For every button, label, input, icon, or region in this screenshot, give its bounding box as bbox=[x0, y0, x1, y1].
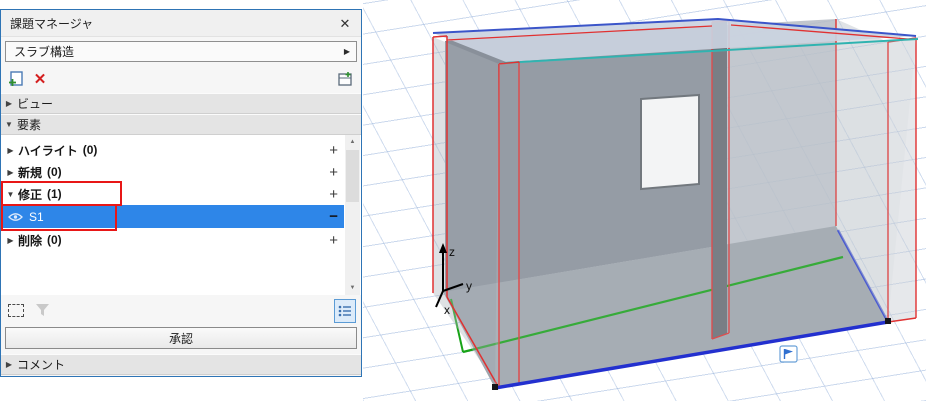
chevron-right-icon: ▶ bbox=[1, 99, 17, 108]
selection-handle-left[interactable] bbox=[492, 384, 498, 390]
chevron-right-icon: ▶ bbox=[1, 360, 17, 369]
add-issue-icon bbox=[7, 70, 25, 88]
scroll-up-icon[interactable]: ▲ bbox=[345, 135, 360, 149]
issue-toolbar: ✕ bbox=[1, 66, 361, 94]
approve-button[interactable]: 承認 bbox=[5, 327, 357, 349]
section-comment-label: コメント bbox=[17, 356, 65, 373]
add-all-icon[interactable]: + bbox=[329, 142, 344, 159]
section-view[interactable]: ▶ ビュー bbox=[1, 93, 361, 114]
tree-item-label: 修正 bbox=[18, 186, 42, 203]
tree-item-count: (0) bbox=[83, 143, 98, 157]
tree-item-label: 新規 bbox=[18, 164, 42, 181]
filter-icon bbox=[34, 302, 51, 321]
section-comment[interactable]: ▶ コメント bbox=[1, 354, 361, 375]
selection-handle-right[interactable] bbox=[885, 318, 891, 324]
issue-selector[interactable]: スラブ構造 ▶ bbox=[5, 41, 357, 62]
tree-item-s1-selected[interactable]: S1 − bbox=[3, 205, 344, 228]
y-axis-label: y bbox=[466, 279, 472, 293]
section-elements[interactable]: ▼ 要素 bbox=[1, 114, 361, 135]
tree-item-count: (0) bbox=[47, 233, 62, 247]
tree-scrollbar[interactable]: ▲ ▼ bbox=[345, 135, 360, 295]
panel-bottombar bbox=[1, 297, 361, 325]
add-all-icon[interactable]: + bbox=[329, 164, 344, 181]
delete-issue-button[interactable]: ✕ bbox=[30, 69, 50, 89]
list-view-toggle[interactable] bbox=[334, 299, 356, 323]
add-all-icon[interactable]: + bbox=[329, 232, 344, 249]
flag-marker[interactable] bbox=[780, 346, 797, 362]
section-view-label: ビュー bbox=[17, 95, 53, 112]
panel-titlebar[interactable]: 課題マネージャ ✕ bbox=[1, 10, 361, 37]
issue-selector-value: スラブ構造 bbox=[6, 43, 74, 60]
3d-scene: z y x bbox=[363, 0, 926, 401]
elements-tree: ▶ ハイライト (0) + ▶ 新規 (0) + ▼ 修正 (1) + bbox=[1, 135, 361, 295]
x-axis-label: x bbox=[444, 303, 450, 317]
issue-organizer-button[interactable] bbox=[335, 69, 355, 89]
chevron-right-icon: ▶ bbox=[344, 47, 356, 56]
list-icon bbox=[337, 303, 353, 319]
close-button[interactable]: ✕ bbox=[333, 13, 357, 34]
tree-item-highlight[interactable]: ▶ ハイライト (0) + bbox=[3, 139, 344, 161]
tree-item-label: S1 bbox=[29, 210, 44, 224]
z-axis-label: z bbox=[449, 245, 455, 259]
app-root: z y x 課題マネージャ ✕ スラブ構造 ▶ bbox=[0, 0, 926, 401]
chevron-down-icon: ▼ bbox=[3, 190, 18, 199]
chevron-right-icon: ▶ bbox=[3, 146, 18, 155]
add-issue-button[interactable] bbox=[6, 69, 26, 89]
remove-icon[interactable]: − bbox=[329, 208, 344, 225]
front-wall bbox=[495, 40, 916, 388]
tree-item-new[interactable]: ▶ 新規 (0) + bbox=[3, 161, 344, 183]
scroll-down-icon[interactable]: ▼ bbox=[345, 281, 360, 295]
marquee-icon[interactable] bbox=[8, 304, 24, 317]
panel-title: 課題マネージャ bbox=[1, 15, 93, 32]
tree-item-count: (0) bbox=[47, 165, 62, 179]
tree-item-label: 削除 bbox=[18, 232, 42, 249]
issue-organizer-icon bbox=[336, 70, 354, 88]
issue-manager-panel: 課題マネージャ ✕ スラブ構造 ▶ ✕ bbox=[0, 9, 362, 377]
chevron-right-icon: ▶ bbox=[3, 168, 18, 177]
tree-item-deleted[interactable]: ▶ 削除 (0) + bbox=[3, 229, 344, 251]
left-wall bbox=[433, 37, 499, 388]
chevron-down-icon: ▼ bbox=[1, 120, 17, 129]
3d-viewport[interactable]: z y x bbox=[363, 0, 926, 401]
section-elements-label: 要素 bbox=[17, 116, 41, 133]
chevron-right-icon: ▶ bbox=[3, 236, 18, 245]
eye-icon bbox=[8, 212, 23, 222]
tree-item-count: (1) bbox=[47, 187, 62, 201]
add-all-icon[interactable]: + bbox=[329, 186, 344, 203]
scrollbar-thumb[interactable] bbox=[346, 150, 359, 202]
tree-item-label: ハイライト bbox=[18, 142, 78, 159]
tree-item-modified[interactable]: ▼ 修正 (1) + bbox=[3, 183, 344, 205]
